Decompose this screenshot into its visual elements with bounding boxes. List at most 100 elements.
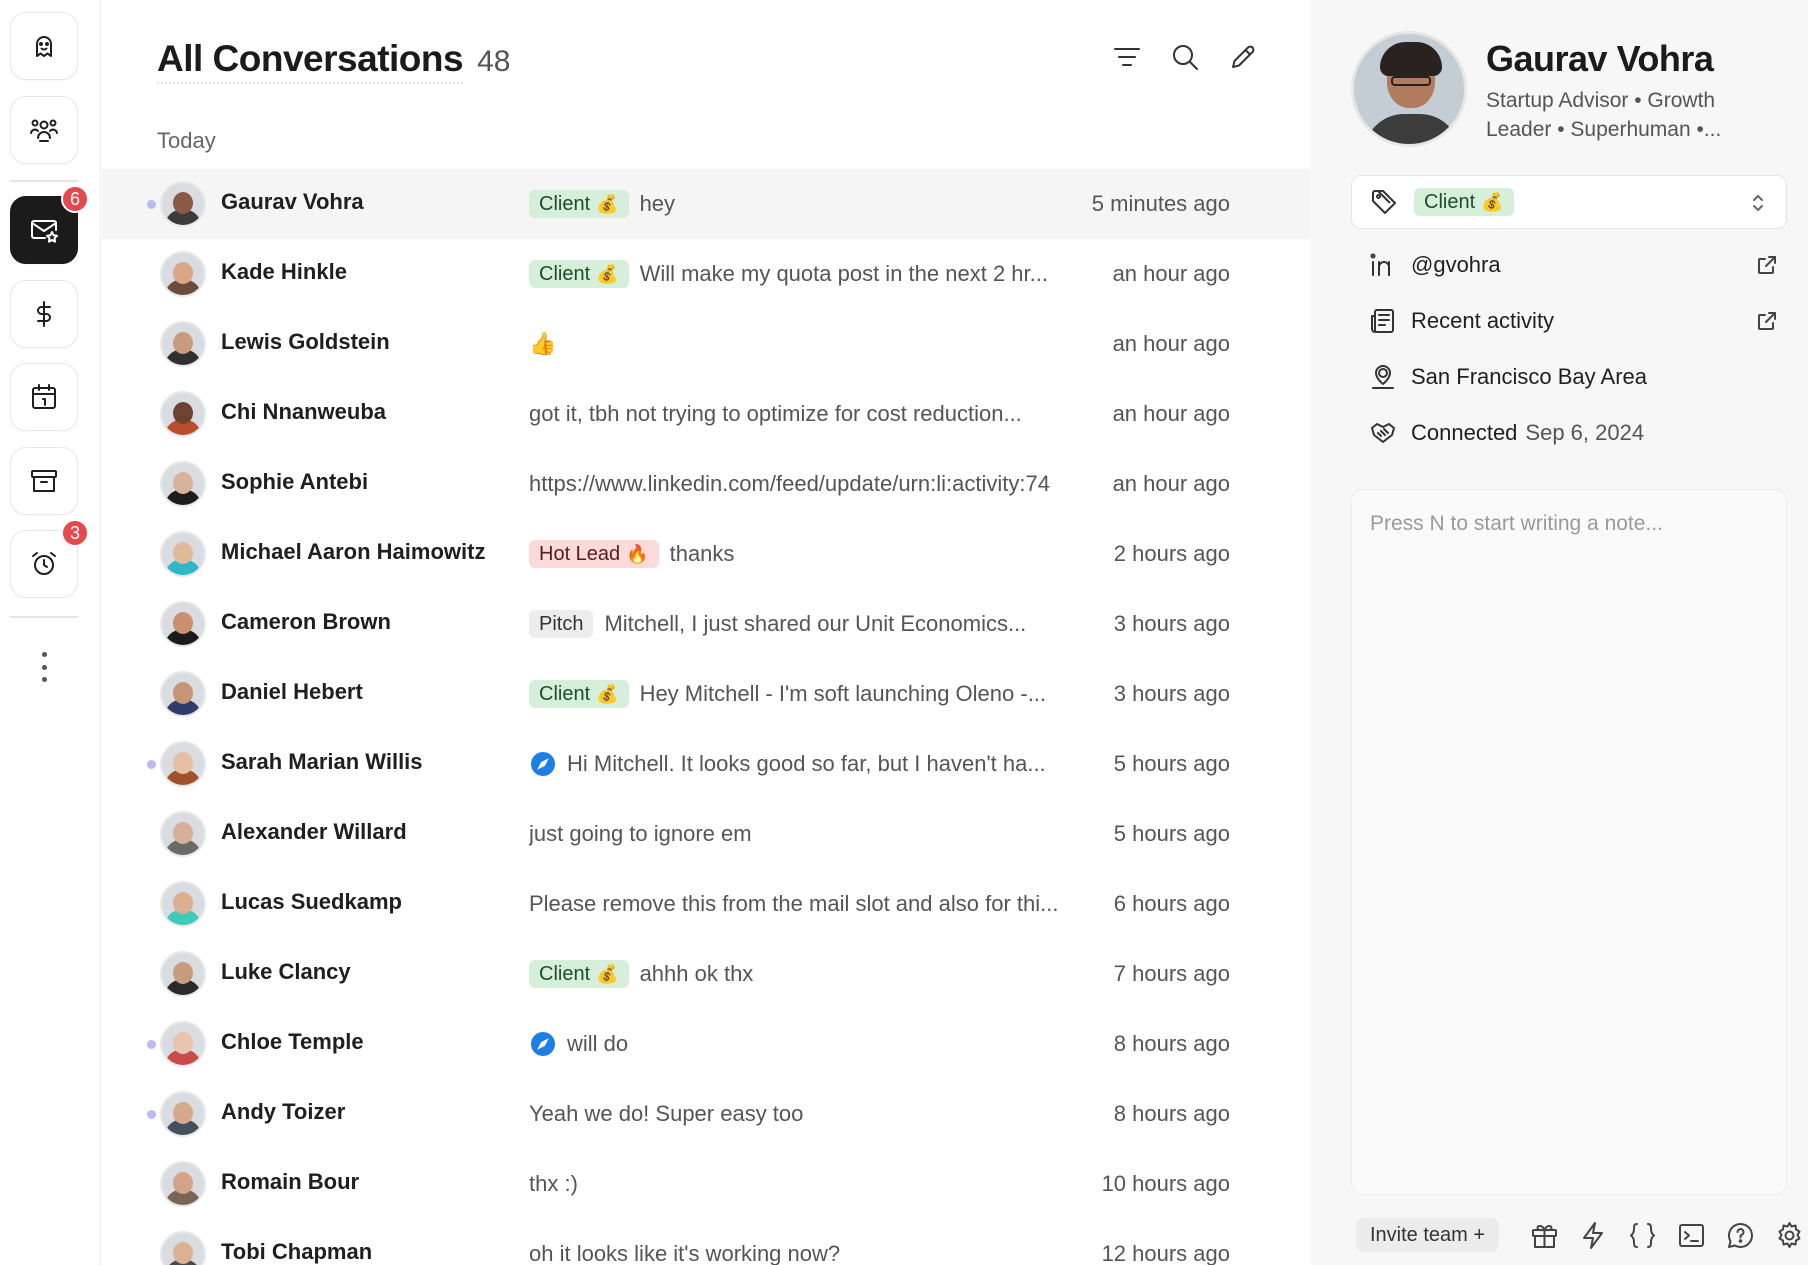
linkedin-handle: @gvohra: [1411, 252, 1501, 277]
code-braces-icon[interactable]: [1627, 1220, 1658, 1251]
conversation-row[interactable]: Michael Aaron Haimowitz Hot Lead 🔥 thanks 2 …: [102, 519, 1310, 589]
message-time: 12 hours ago: [1101, 1241, 1230, 1265]
conversation-row[interactable]: Sophie Antebi https://www.linkedin.com/fe…: [102, 449, 1310, 519]
recent-activity-label: Recent activity: [1411, 308, 1555, 333]
message-preview-area: will do: [529, 1025, 1169, 1063]
compose-button[interactable]: [1228, 42, 1258, 72]
message-preview-area: Please remove this from the mail slot an…: [529, 885, 1169, 923]
contact-name: Lucas Suedkamp: [221, 889, 402, 914]
compass-icon: [531, 752, 555, 776]
conversation-row[interactable]: Gaurav Vohra Client 💰 hey 5 minutes ago: [102, 169, 1310, 239]
conversation-row[interactable]: Sarah Marian Willis Hi Mitchell. It looks…: [102, 729, 1310, 799]
connected-row: Connected Sep 6, 2024: [1369, 417, 1779, 449]
conversation-row[interactable]: Chloe Temple will do 8 hours ago: [102, 1009, 1310, 1079]
message-preview: got it, tbh not trying to optimize for c…: [529, 401, 1022, 426]
connected-date: Sep 6, 2024: [1525, 420, 1645, 445]
message-preview-area: https://www.linkedin.com/feed/update/urn…: [529, 465, 1169, 503]
conversation-tag: Hot Lead 🔥: [529, 540, 659, 568]
archive-button[interactable]: [10, 447, 78, 515]
conversation-row[interactable]: Romain Bour thx :) 10 hours ago: [102, 1149, 1310, 1219]
contact-details-panel: Gaurav Vohra Startup Advisor • Growth Le…: [1311, 0, 1808, 1265]
message-preview: thanks: [669, 541, 735, 566]
avatar: [160, 881, 206, 927]
terminal-icon[interactable]: [1676, 1220, 1707, 1251]
conversation-row[interactable]: Chi Nnanweuba got it, tbh not trying to o…: [102, 379, 1310, 449]
page-title: All Conversations: [157, 38, 464, 84]
rail-divider: [10, 180, 78, 182]
gift-icon[interactable]: [1529, 1220, 1560, 1251]
contact-name: Chloe Temple: [221, 1029, 364, 1054]
conversation-tag: Client 💰: [529, 680, 629, 708]
message-preview: just going to ignore em: [529, 821, 752, 846]
avatar: [160, 391, 206, 437]
message-preview-area: Hi Mitchell. It looks good so far, but I…: [529, 745, 1169, 783]
lightning-icon[interactable]: [1578, 1220, 1609, 1251]
conversation-tag: Client 💰: [529, 190, 629, 218]
contact-name: Daniel Hebert: [221, 679, 363, 704]
message-preview: Mitchell, I just shared our Unit Economi…: [604, 611, 1027, 636]
conversation-row[interactable]: Luke Clancy Client 💰 ahhh ok thx 7 hours ago: [102, 939, 1310, 1009]
list-toolbar: [1112, 42, 1258, 72]
contact-name: Sophie Antebi: [221, 469, 369, 494]
message-preview-area: thx :): [529, 1165, 1169, 1203]
conversation-row[interactable]: Lewis Goldstein 👍 an hour ago: [102, 309, 1310, 379]
external-link-icon[interactable]: [1755, 309, 1779, 333]
help-icon[interactable]: [1725, 1220, 1756, 1251]
recent-activity-row[interactable]: Recent activity: [1369, 305, 1779, 337]
contact-name: Lewis Goldstein: [221, 329, 390, 354]
deals-button[interactable]: [10, 280, 78, 348]
message-preview-area: oh it looks like it's working now?: [529, 1235, 1169, 1265]
calendar-button[interactable]: [10, 363, 78, 431]
conversation-tag: Client 💰: [529, 960, 629, 988]
section-label-today: Today: [157, 128, 216, 153]
message-time: 3 hours ago: [1113, 611, 1230, 636]
conversation-row[interactable]: Kade Hinkle Client 💰 Will make my quota pos…: [102, 239, 1310, 309]
message-preview-area: Pitch Mitchell, I just shared our Unit Ec…: [529, 605, 1169, 643]
avatar: [160, 601, 206, 647]
selected-tag: Client 💰: [1414, 188, 1514, 216]
conversation-row[interactable]: Lucas Suedkamp Please remove this from th…: [102, 869, 1310, 939]
message-time: 10 hours ago: [1101, 1171, 1230, 1196]
message-time: an hour ago: [1112, 331, 1230, 356]
conversation-row[interactable]: Alexander Willard just going to ignore em…: [102, 799, 1310, 869]
conversation-tag: Pitch: [529, 610, 594, 638]
reminders-button[interactable]: 3: [10, 519, 89, 598]
message-preview: hey: [639, 191, 676, 216]
conversation-row[interactable]: Tobi Chapman oh it looks like it's workin…: [102, 1219, 1310, 1265]
message-time: 2 hours ago: [1113, 541, 1230, 566]
rail-divider: [10, 616, 78, 618]
search-button[interactable]: [1170, 42, 1200, 72]
mail-star-icon: [31, 220, 58, 243]
conversation-row[interactable]: Cameron Brown Pitch Mitchell, I just share…: [102, 589, 1310, 659]
contact-name: Gaurav Vohra: [221, 189, 364, 214]
conversation-row[interactable]: Daniel Hebert Client 💰 Hey Mitchell - I'm s…: [102, 659, 1310, 729]
linkedin-icon: [1370, 253, 1390, 276]
message-time: 6 hours ago: [1113, 891, 1230, 916]
avatar: [160, 1021, 206, 1067]
location-pin-icon: [1372, 365, 1394, 389]
note-editor[interactable]: Press N to start writing a note...: [1351, 489, 1787, 1195]
search-icon: [1173, 45, 1198, 70]
handshake-icon: [1371, 423, 1395, 443]
gear-icon[interactable]: [1774, 1220, 1805, 1251]
inbox-button[interactable]: 6: [10, 185, 89, 264]
invite-team-button[interactable]: Invite team +: [1356, 1218, 1500, 1252]
tag-selector[interactable]: Client 💰: [1351, 175, 1787, 229]
linkedin-profile-row[interactable]: @gvohra: [1369, 249, 1779, 281]
avatar: [160, 1091, 206, 1137]
ghost-logo-button[interactable]: [10, 12, 78, 80]
message-preview-area: Hot Lead 🔥 thanks: [529, 535, 1169, 573]
message-preview: Yeah we do! Super easy too: [529, 1101, 804, 1126]
filter-button[interactable]: [1112, 42, 1142, 72]
archive-icon: [31, 470, 57, 492]
contacts-button[interactable]: [10, 96, 78, 164]
page-header: All Conversations 48: [157, 38, 510, 84]
contact-name: Tobi Chapman: [221, 1239, 373, 1264]
more-menu-icon[interactable]: [36, 652, 52, 682]
conversation-tag: Client 💰: [529, 260, 629, 288]
contact-name: Michael Aaron Haimowitz: [221, 539, 486, 564]
conversation-row[interactable]: Andy Toizer Yeah we do! Super easy too 8 h…: [102, 1079, 1310, 1149]
avatar: [160, 531, 206, 577]
message-preview: oh it looks like it's working now?: [529, 1241, 841, 1265]
external-link-icon[interactable]: [1755, 253, 1779, 277]
